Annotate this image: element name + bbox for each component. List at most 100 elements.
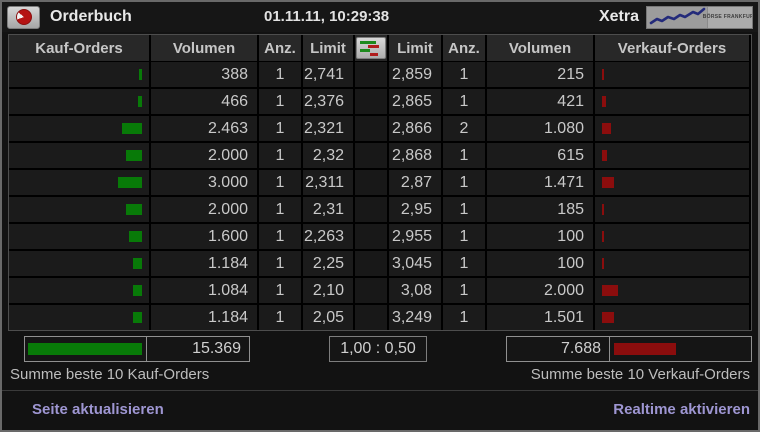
buy-limit-cell: 2,25 [303, 251, 353, 276]
sell-volume-bar [602, 231, 604, 242]
summary-row: 15.369 1,00 : 0,50 7.688 [2, 336, 758, 362]
sell-limit-cell: 2,859 [389, 62, 441, 87]
sell-volume-bar [602, 69, 604, 80]
buy-limit-cell: 2,741 [303, 62, 353, 87]
sell-limit-cell: 2,866 [389, 116, 441, 141]
header-anz-right: Anz. [443, 35, 485, 61]
buy-volume-bar-cell [9, 143, 149, 168]
spacer-cell [355, 62, 387, 87]
sell-volume-cell: 100 [487, 251, 593, 276]
sell-volume-cell: 100 [487, 224, 593, 249]
buy-volume-bar [118, 177, 142, 188]
sell-limit-cell: 2,868 [389, 143, 441, 168]
buy-volume-cell: 2.000 [151, 143, 257, 168]
sell-count-cell: 1 [443, 62, 485, 87]
buy-count-cell: 1 [259, 278, 301, 303]
buy-limit-cell: 2,32 [303, 143, 353, 168]
buy-volume-cell: 2.463 [151, 116, 257, 141]
sell-volume-bar [602, 204, 604, 215]
buy-volume-bar-cell [9, 278, 149, 303]
sell-volume-bar [602, 312, 614, 323]
sell-count-cell: 1 [443, 305, 485, 330]
buy-volume-bar [138, 96, 142, 107]
sell-limit-cell: 2,87 [389, 170, 441, 195]
buy-count-cell: 1 [259, 170, 301, 195]
buy-volume-bar [133, 285, 142, 296]
buy-total-bar-cell [24, 336, 146, 362]
buy-volume-cell: 1.184 [151, 305, 257, 330]
ratio-box: 1,00 : 0,50 [329, 336, 427, 362]
header-kauf-orders: Kauf-Orders [9, 35, 149, 61]
sell-limit-cell: 3,249 [389, 305, 441, 330]
pie-chart-icon [16, 9, 32, 25]
spacer-cell [355, 305, 387, 330]
sell-volume-cell: 1.471 [487, 170, 593, 195]
sell-volume-cell: 1.080 [487, 116, 593, 141]
buy-limit-cell: 2,31 [303, 197, 353, 222]
boerse-frankfurt-logo: BÖRSE FRANKFURT [646, 6, 753, 29]
spacer-cell [355, 143, 387, 168]
buy-volume-cell: 466 [151, 89, 257, 114]
sell-summary: 7.688 [506, 336, 752, 362]
header-volumen-right: Volumen [487, 35, 593, 61]
buy-volume-bar [139, 69, 142, 80]
sell-count-cell: 1 [443, 170, 485, 195]
sell-volume-bar-cell [595, 89, 749, 114]
spacer-cell [355, 116, 387, 141]
sell-limit-cell: 2,865 [389, 89, 441, 114]
header-limit-left: Limit [303, 35, 353, 61]
buy-volume-bar [126, 150, 142, 161]
buy-volume-bar-cell [9, 62, 149, 87]
sell-count-cell: 1 [443, 251, 485, 276]
sell-count-cell: 1 [443, 278, 485, 303]
buy-summary: 15.369 [24, 336, 250, 362]
sell-total-value: 7.688 [506, 336, 610, 362]
buy-volume-bar-cell [9, 251, 149, 276]
buy-volume-bar-cell [9, 197, 149, 222]
titlebar: Orderbuch 01.11.11, 10:29:38 Xetra BÖRSE… [2, 2, 758, 32]
buy-count-cell: 1 [259, 197, 301, 222]
sell-volume-bar-cell [595, 251, 749, 276]
sell-volume-bar [602, 150, 607, 161]
sell-volume-bar [602, 285, 618, 296]
buy-count-cell: 1 [259, 116, 301, 141]
sell-volume-bar-cell [595, 197, 749, 222]
sell-volume-bar [602, 258, 604, 269]
footer-bar: Seite aktualisieren Realtime aktivieren [2, 390, 758, 430]
buy-volume-bar-cell [9, 89, 149, 114]
sell-volume-cell: 421 [487, 89, 593, 114]
orderbook-window: Orderbuch 01.11.11, 10:29:38 Xetra BÖRSE… [0, 0, 760, 432]
buy-limit-cell: 2,376 [303, 89, 353, 114]
buy-volume-bar [129, 231, 142, 242]
sell-volume-bar [602, 123, 611, 134]
spacer-cell [355, 278, 387, 303]
buy-limit-cell: 2,311 [303, 170, 353, 195]
activate-realtime-link[interactable]: Realtime aktivieren [613, 401, 750, 418]
header-anz-left: Anz. [259, 35, 301, 61]
buy-volume-cell: 2.000 [151, 197, 257, 222]
window-title: Orderbuch [50, 8, 132, 26]
depth-chart-button[interactable] [356, 37, 386, 59]
header-limit-right: Limit [389, 35, 441, 61]
buy-summary-label: Summe beste 10 Kauf-Orders [10, 366, 209, 385]
orderbook-grid: Kauf-Orders Volumen Anz. Limit Limit Anz… [8, 34, 752, 331]
sell-volume-bar-cell [595, 224, 749, 249]
stock-line-icon [647, 7, 707, 28]
buy-volume-bar [122, 123, 142, 134]
depth-chart-icon [360, 41, 376, 44]
sell-count-cell: 1 [443, 197, 485, 222]
sell-volume-bar [602, 177, 614, 188]
sell-volume-bar-cell [595, 278, 749, 303]
buy-count-cell: 1 [259, 143, 301, 168]
refresh-page-link[interactable]: Seite aktualisieren [32, 401, 164, 418]
sell-limit-cell: 2,95 [389, 197, 441, 222]
sell-volume-bar-cell [595, 116, 749, 141]
summary-labels: Summe beste 10 Kauf-Orders Summe beste 1… [2, 366, 758, 385]
sell-volume-bar-cell [595, 143, 749, 168]
buy-count-cell: 1 [259, 62, 301, 87]
app-menu-button[interactable] [7, 6, 40, 29]
buy-total-value: 15.369 [146, 336, 250, 362]
buy-count-cell: 1 [259, 305, 301, 330]
sell-summary-label: Summe beste 10 Verkauf-Orders [531, 366, 750, 385]
buy-volume-bar-cell [9, 116, 149, 141]
